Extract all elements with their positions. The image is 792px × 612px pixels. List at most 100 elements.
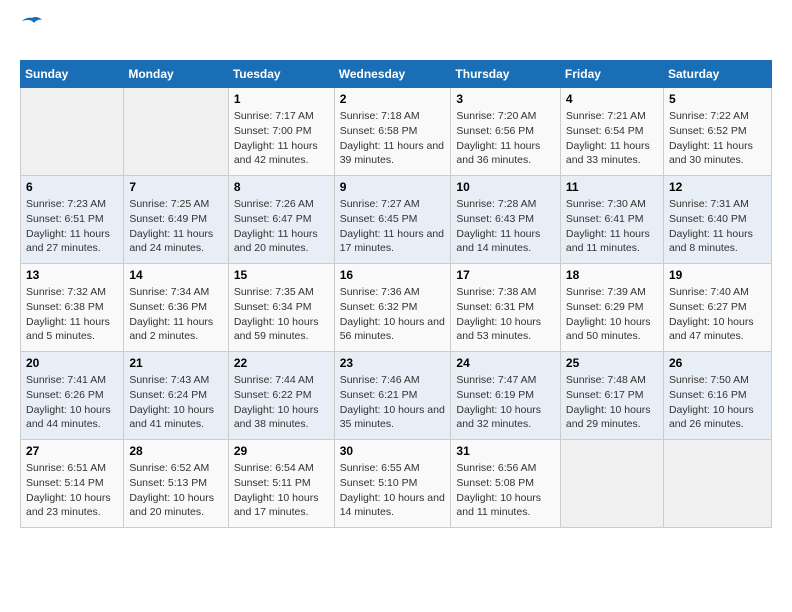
- day-info: Sunrise: 7:47 AM Sunset: 6:19 PM Dayligh…: [456, 373, 555, 432]
- day-number: 21: [129, 356, 222, 370]
- day-number: 23: [340, 356, 446, 370]
- day-number: 2: [340, 92, 446, 106]
- calendar-cell: 19Sunrise: 7:40 AM Sunset: 6:27 PM Dayli…: [663, 264, 771, 352]
- calendar-cell: [663, 440, 771, 528]
- day-info: Sunrise: 7:40 AM Sunset: 6:27 PM Dayligh…: [669, 285, 766, 344]
- calendar-cell: 11 Sunrise: 7:30 AM Sunset: 6:41 PM Dayli…: [560, 176, 663, 264]
- day-number: 1: [234, 92, 329, 106]
- day-info: Sunrise: 7:23 AM Sunset: 6:51 PM Dayligh…: [26, 197, 118, 256]
- day-number: 26: [669, 356, 766, 370]
- calendar-week-row: 13Sunrise: 7:32 AM Sunset: 6:38 PM Dayli…: [21, 264, 772, 352]
- calendar-cell: 4 Sunrise: 7:21 AM Sunset: 6:54 PM Daylig…: [560, 88, 663, 176]
- calendar-cell: 13Sunrise: 7:32 AM Sunset: 6:38 PM Dayli…: [21, 264, 124, 352]
- calendar-cell: 17 Sunrise: 7:38 AM Sunset: 6:31 PM Dayli…: [451, 264, 561, 352]
- day-number: 27: [26, 444, 118, 458]
- day-info: Sunrise: 6:54 AM Sunset: 5:11 PM Dayligh…: [234, 461, 329, 520]
- day-number: 30: [340, 444, 446, 458]
- day-number: 3: [456, 92, 555, 106]
- calendar-cell: 31 Sunrise: 6:56 AM Sunset: 5:08 PM Dayli…: [451, 440, 561, 528]
- day-info: Sunrise: 6:52 AM Sunset: 5:13 PM Dayligh…: [129, 461, 222, 520]
- day-info: Sunrise: 7:28 AM Sunset: 6:43 PM Dayligh…: [456, 197, 555, 256]
- day-number: 14: [129, 268, 222, 282]
- calendar-week-row: 27 Sunrise: 6:51 AM Sunset: 5:14 PM Dayli…: [21, 440, 772, 528]
- day-number: 15: [234, 268, 329, 282]
- header-saturday: Saturday: [663, 61, 771, 88]
- calendar-cell: 14 Sunrise: 7:34 AM Sunset: 6:36 PM Dayli…: [124, 264, 228, 352]
- calendar-cell: [124, 88, 228, 176]
- header-thursday: Thursday: [451, 61, 561, 88]
- day-info: Sunrise: 7:34 AM Sunset: 6:36 PM Dayligh…: [129, 285, 222, 344]
- day-number: 16: [340, 268, 446, 282]
- day-info: Sunrise: 7:46 AM Sunset: 6:21 PM Dayligh…: [340, 373, 446, 432]
- calendar-cell: 5Sunrise: 7:22 AM Sunset: 6:52 PM Daylig…: [663, 88, 771, 176]
- calendar-cell: 9 Sunrise: 7:27 AM Sunset: 6:45 PM Daylig…: [334, 176, 451, 264]
- day-info: Sunrise: 6:51 AM Sunset: 5:14 PM Dayligh…: [26, 461, 118, 520]
- day-info: Sunrise: 6:55 AM Sunset: 5:10 PM Dayligh…: [340, 461, 446, 520]
- calendar-cell: 20 Sunrise: 7:41 AM Sunset: 6:26 PM Dayli…: [21, 352, 124, 440]
- day-info: Sunrise: 7:27 AM Sunset: 6:45 PM Dayligh…: [340, 197, 446, 256]
- day-number: 31: [456, 444, 555, 458]
- calendar-cell: 8 Sunrise: 7:26 AM Sunset: 6:47 PM Daylig…: [228, 176, 334, 264]
- day-info: Sunrise: 7:43 AM Sunset: 6:24 PM Dayligh…: [129, 373, 222, 432]
- day-info: Sunrise: 7:21 AM Sunset: 6:54 PM Dayligh…: [566, 109, 658, 168]
- day-number: 18: [566, 268, 658, 282]
- day-info: Sunrise: 7:44 AM Sunset: 6:22 PM Dayligh…: [234, 373, 329, 432]
- day-number: 12: [669, 180, 766, 194]
- day-info: Sunrise: 7:30 AM Sunset: 6:41 PM Dayligh…: [566, 197, 658, 256]
- calendar-cell: 22Sunrise: 7:44 AM Sunset: 6:22 PM Dayli…: [228, 352, 334, 440]
- page-header: [20, 20, 772, 44]
- header-monday: Monday: [124, 61, 228, 88]
- calendar-cell: 2Sunrise: 7:18 AM Sunset: 6:58 PM Daylig…: [334, 88, 451, 176]
- calendar-cell: [560, 440, 663, 528]
- day-info: Sunrise: 7:48 AM Sunset: 6:17 PM Dayligh…: [566, 373, 658, 432]
- day-number: 6: [26, 180, 118, 194]
- header-wednesday: Wednesday: [334, 61, 451, 88]
- calendar-cell: 26 Sunrise: 7:50 AM Sunset: 6:16 PM Dayli…: [663, 352, 771, 440]
- calendar-cell: 24Sunrise: 7:47 AM Sunset: 6:19 PM Dayli…: [451, 352, 561, 440]
- day-info: Sunrise: 7:38 AM Sunset: 6:31 PM Dayligh…: [456, 285, 555, 344]
- calendar-cell: 28 Sunrise: 6:52 AM Sunset: 5:13 PM Dayli…: [124, 440, 228, 528]
- day-number: 17: [456, 268, 555, 282]
- day-number: 9: [340, 180, 446, 194]
- header-sunday: Sunday: [21, 61, 124, 88]
- day-number: 5: [669, 92, 766, 106]
- header-tuesday: Tuesday: [228, 61, 334, 88]
- day-number: 28: [129, 444, 222, 458]
- day-number: 29: [234, 444, 329, 458]
- calendar-cell: 30 Sunrise: 6:55 AM Sunset: 5:10 PM Dayli…: [334, 440, 451, 528]
- day-info: Sunrise: 7:17 AM Sunset: 7:00 PM Dayligh…: [234, 109, 329, 168]
- day-number: 20: [26, 356, 118, 370]
- calendar-table: SundayMondayTuesdayWednesdayThursdayFrid…: [20, 60, 772, 528]
- day-info: Sunrise: 6:56 AM Sunset: 5:08 PM Dayligh…: [456, 461, 555, 520]
- day-number: 7: [129, 180, 222, 194]
- logo: [20, 20, 42, 44]
- calendar-cell: 7 Sunrise: 7:25 AM Sunset: 6:49 PM Daylig…: [124, 176, 228, 264]
- day-info: Sunrise: 7:39 AM Sunset: 6:29 PM Dayligh…: [566, 285, 658, 344]
- day-number: 4: [566, 92, 658, 106]
- calendar-cell: 21 Sunrise: 7:43 AM Sunset: 6:24 PM Dayli…: [124, 352, 228, 440]
- day-info: Sunrise: 7:26 AM Sunset: 6:47 PM Dayligh…: [234, 197, 329, 256]
- calendar-week-row: 20 Sunrise: 7:41 AM Sunset: 6:26 PM Dayli…: [21, 352, 772, 440]
- day-info: Sunrise: 7:25 AM Sunset: 6:49 PM Dayligh…: [129, 197, 222, 256]
- day-number: 25: [566, 356, 658, 370]
- calendar-week-row: 1 Sunrise: 7:17 AM Sunset: 7:00 PM Daylig…: [21, 88, 772, 176]
- day-number: 8: [234, 180, 329, 194]
- calendar-cell: 25 Sunrise: 7:48 AM Sunset: 6:17 PM Dayli…: [560, 352, 663, 440]
- calendar-cell: 1 Sunrise: 7:17 AM Sunset: 7:00 PM Daylig…: [228, 88, 334, 176]
- day-info: Sunrise: 7:36 AM Sunset: 6:32 PM Dayligh…: [340, 285, 446, 344]
- day-number: 10: [456, 180, 555, 194]
- calendar-cell: 10 Sunrise: 7:28 AM Sunset: 6:43 PM Dayli…: [451, 176, 561, 264]
- day-info: Sunrise: 7:41 AM Sunset: 6:26 PM Dayligh…: [26, 373, 118, 432]
- logo-bird-icon: [22, 16, 42, 30]
- calendar-cell: 6 Sunrise: 7:23 AM Sunset: 6:51 PM Daylig…: [21, 176, 124, 264]
- calendar-cell: [21, 88, 124, 176]
- calendar-cell: 15Sunrise: 7:35 AM Sunset: 6:34 PM Dayli…: [228, 264, 334, 352]
- day-number: 11: [566, 180, 658, 194]
- day-info: Sunrise: 7:50 AM Sunset: 6:16 PM Dayligh…: [669, 373, 766, 432]
- header-friday: Friday: [560, 61, 663, 88]
- calendar-cell: 3Sunrise: 7:20 AM Sunset: 6:56 PM Daylig…: [451, 88, 561, 176]
- calendar-cell: 16 Sunrise: 7:36 AM Sunset: 6:32 PM Dayli…: [334, 264, 451, 352]
- calendar-cell: 27 Sunrise: 6:51 AM Sunset: 5:14 PM Dayli…: [21, 440, 124, 528]
- day-info: Sunrise: 7:32 AM Sunset: 6:38 PM Dayligh…: [26, 285, 118, 344]
- calendar-cell: 23 Sunrise: 7:46 AM Sunset: 6:21 PM Dayli…: [334, 352, 451, 440]
